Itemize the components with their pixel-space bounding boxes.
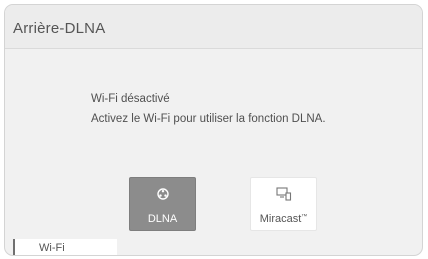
wifi-instruction-line: Activez le Wi-Fi pour utiliser la foncti… bbox=[91, 113, 326, 125]
page-title: Arrière-DLNA bbox=[13, 20, 106, 37]
miracast-button[interactable]: Miracast™ bbox=[250, 177, 317, 231]
dlna-button[interactable]: DLNA bbox=[129, 177, 196, 231]
wifi-settings-button[interactable]: Wi-Fi bbox=[13, 239, 117, 255]
dlna-button-label: DLNA bbox=[147, 213, 178, 225]
miracast-label-text: Miracast bbox=[259, 213, 302, 225]
wifi-status-message: Wi-Fi désactivé Activez le Wi-Fi pour ut… bbox=[91, 89, 326, 129]
wifi-status-line: Wi-Fi désactivé bbox=[91, 93, 170, 105]
dlna-network-icon bbox=[156, 187, 170, 204]
miracast-button-label: Miracast™ bbox=[251, 213, 316, 225]
screen-cast-icon bbox=[275, 187, 292, 204]
header-bar: Arrière-DLNA bbox=[5, 5, 422, 49]
wifi-button-label: Wi-Fi bbox=[39, 242, 65, 254]
trademark-mark: ™ bbox=[301, 214, 308, 220]
dlna-screen: Arrière-DLNA Wi-Fi désactivé Activez le … bbox=[4, 4, 423, 256]
